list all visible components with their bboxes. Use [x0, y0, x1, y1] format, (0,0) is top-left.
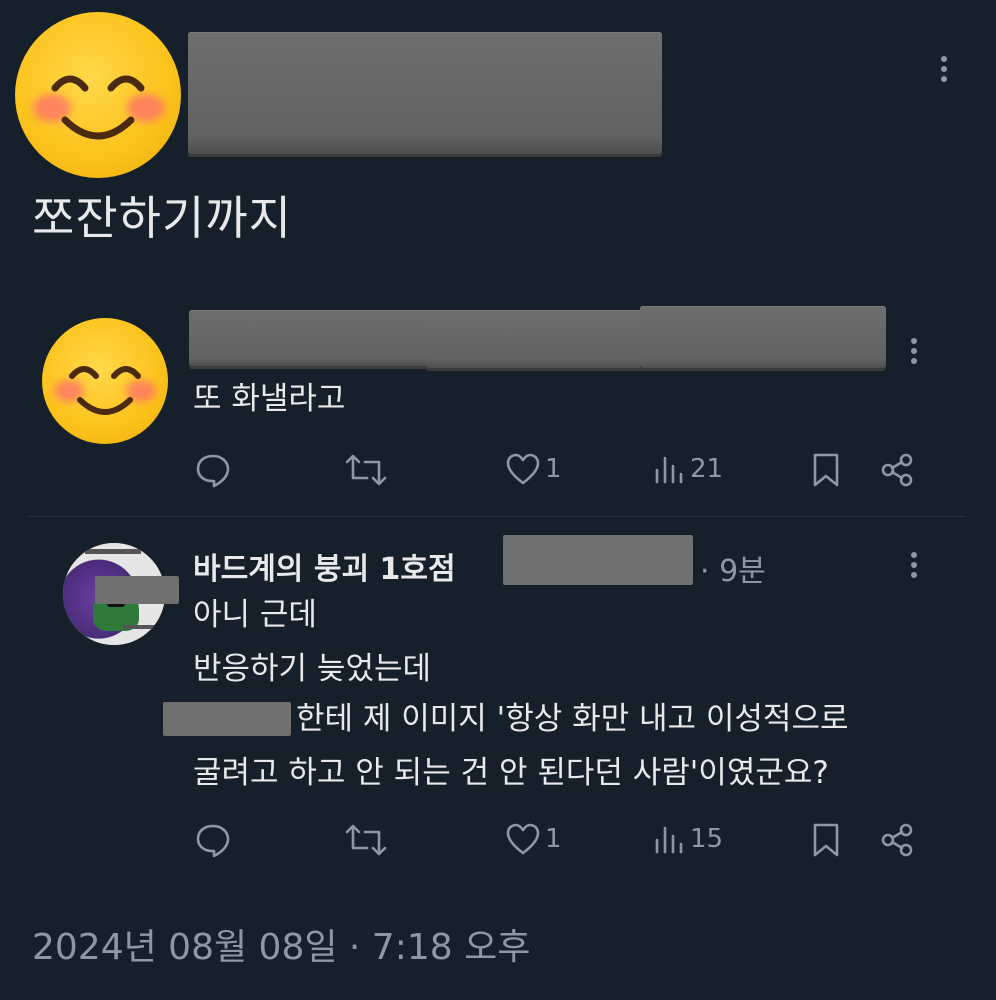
post-text: 쪼잔하기까지: [32, 191, 292, 245]
reply2-comment-button[interactable]: [193, 820, 233, 860]
bookmark-icon: [813, 823, 839, 857]
reply2-timestamp[interactable]: · 9분: [700, 546, 766, 590]
smiley-face-icon: [51, 75, 145, 140]
reply2-line-1: 아니 근데: [193, 597, 317, 633]
reply1-text: 또 화낼라고: [193, 381, 346, 417]
reply2-like-count: 1: [545, 824, 562, 854]
reply1-comment-button[interactable]: [193, 450, 233, 490]
reply2-views-button[interactable]: 15: [652, 822, 723, 856]
divider: [28, 516, 966, 517]
redacted-handle: [503, 535, 693, 585]
repost-icon: [345, 454, 387, 486]
redacted-username: [188, 32, 662, 154]
reply1-views-button[interactable]: 21: [652, 452, 723, 486]
avatar-smiley-emoji[interactable]: [15, 12, 181, 178]
reply2-bookmark-button[interactable]: [811, 822, 841, 858]
redacted-name-part-1: [189, 310, 435, 366]
redacted-avatar-patch: [95, 576, 179, 604]
reply2-more-options-icon[interactable]: [904, 548, 924, 582]
post-timestamp[interactable]: 2024년 08월 08일 · 7:18 오후: [32, 918, 530, 970]
redacted-mention: [163, 702, 291, 736]
comment-icon: [196, 454, 230, 488]
share-icon: [881, 453, 913, 487]
bookmark-icon: [813, 453, 839, 487]
heart-icon: [506, 453, 540, 485]
reply2-line-4: 굴려고 하고 안 되는 건 안 된다던 사람'이였군요?: [193, 755, 829, 791]
reply1-view-count: 21: [690, 454, 724, 484]
redacted-name-part-3: [640, 306, 886, 368]
reply1-avatar-smiley-emoji[interactable]: [42, 318, 168, 444]
reply2-like-button[interactable]: 1: [505, 822, 562, 856]
views-chart-icon: [655, 456, 683, 484]
share-icon: [881, 823, 913, 857]
smiley-face-icon: [69, 366, 141, 415]
reply2-share-button[interactable]: [879, 822, 915, 858]
reply2-display-name[interactable]: 바드계의 붕괴 1호점: [193, 544, 456, 588]
reply1-bookmark-button[interactable]: [811, 452, 841, 488]
repost-icon: [345, 824, 387, 856]
heart-icon: [506, 823, 540, 855]
reply2-line-2: 반응하기 늦었는데: [193, 651, 432, 687]
reply2-view-count: 15: [690, 824, 724, 854]
reply1-more-options-icon[interactable]: [904, 334, 924, 368]
reply2-repost-button[interactable]: [343, 822, 389, 858]
comment-icon: [196, 824, 230, 858]
reply1-repost-button[interactable]: [343, 452, 389, 488]
views-chart-icon: [655, 826, 683, 854]
reply1-like-button[interactable]: 1: [505, 452, 562, 486]
reply2-line-3: 한테 제 이미지 '항상 화만 내고 이성적으로: [296, 701, 849, 737]
more-options-icon[interactable]: [934, 52, 954, 86]
reply1-share-button[interactable]: [879, 452, 915, 488]
redacted-name-part-2: [426, 310, 656, 368]
reply1-like-count: 1: [545, 454, 562, 484]
